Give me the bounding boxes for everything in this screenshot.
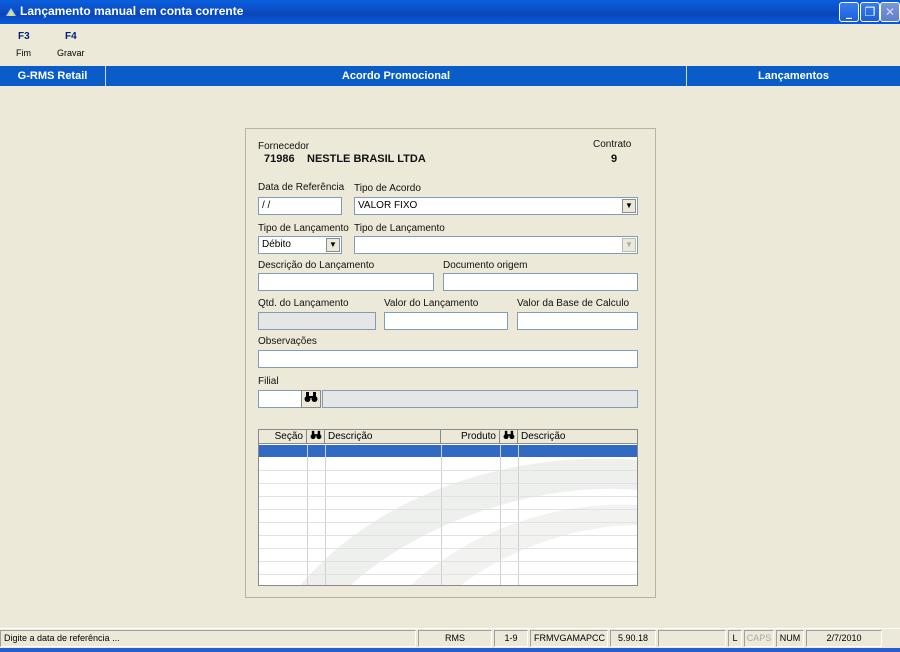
binoculars-icon[interactable] [301, 390, 321, 408]
tipo-lancamento-value: Débito [262, 239, 291, 250]
fornecedor-nome: NESTLE BRASIL LTDA [307, 153, 426, 165]
status-system: RMS [418, 630, 492, 647]
screen-name: Lançamentos [758, 70, 829, 82]
grid-header-descricao-produto[interactable]: Descrição [518, 430, 637, 444]
fim-label: Fim [16, 48, 31, 58]
status-empty [658, 630, 726, 647]
grid-header-produto[interactable]: Produto [441, 430, 500, 444]
grid-header-secao[interactable]: Seção [259, 430, 307, 444]
status-num: NUM [776, 630, 804, 647]
window-title: Lançamento manual em conta corrente [20, 4, 244, 18]
data-referencia-label: Data de Referência [258, 182, 345, 193]
chevron-down-icon[interactable]: ▼ [326, 238, 340, 252]
close-button[interactable]: ✕ [880, 2, 900, 22]
qtd-label: Qtd. do Lançamento [258, 298, 349, 309]
chevron-down-icon[interactable]: ▼ [622, 199, 636, 213]
restore-button[interactable]: ❐ [860, 2, 880, 22]
chevron-down-icon[interactable]: ▼ [622, 238, 636, 252]
status-bar: Digite a data de referência ... RMS 1-9 … [0, 628, 900, 648]
taskbar-strip [0, 648, 900, 652]
documento-input[interactable] [443, 273, 638, 291]
fornecedor-label: Fornecedor [258, 141, 310, 152]
tipo-acordo-label: Tipo de Acordo [354, 183, 421, 194]
grid-selected-row[interactable] [259, 445, 637, 457]
tipo-lancamento2-label: Tipo de Lançamento [354, 223, 445, 234]
status-message: Digite a data de referência ... [0, 630, 416, 647]
valor-input[interactable] [384, 312, 508, 330]
descricao-label: Descrição do Lançamento [258, 260, 375, 271]
base-input[interactable] [517, 312, 638, 330]
items-grid[interactable]: Seção Descrição Produto Descrição [258, 429, 638, 586]
qtd-input[interactable] [258, 312, 376, 330]
status-version: 5.90.18 [610, 630, 656, 647]
observacoes-input[interactable] [258, 350, 638, 368]
binoculars-icon[interactable] [307, 430, 325, 444]
descricao-input[interactable] [258, 273, 434, 291]
fim-button[interactable]: F3 Fim [10, 28, 50, 62]
filial-input[interactable] [258, 390, 302, 408]
tipo-acordo-select[interactable]: VALOR FIXO ▼ [354, 197, 638, 215]
module-name: Acordo Promocional [341, 70, 451, 82]
gravar-button[interactable]: F4 Gravar [54, 28, 98, 62]
status-l: L [728, 630, 742, 647]
status-range: 1-9 [494, 630, 528, 647]
valor-label: Valor do Lançamento [384, 298, 479, 309]
filial-descricao [322, 390, 638, 408]
gravar-key: F4 [65, 31, 77, 42]
documento-label: Documento origem [443, 260, 528, 271]
contrato-valor: 9 [611, 153, 618, 165]
fornecedor-codigo: 71986 [264, 153, 295, 165]
tipo-lancamento-label: Tipo de Lançamento [258, 223, 349, 234]
observacoes-label: Observações [258, 336, 317, 347]
status-form-name: FRMVGAMAPCC [530, 630, 608, 647]
title-bar: Lançamento manual em conta corrente _ ❐ … [0, 0, 900, 24]
status-date: 2/7/2010 [806, 630, 882, 647]
binoculars-icon [304, 392, 318, 402]
module-header-bar: G-RMS Retail Acordo Promocional Lançamen… [0, 66, 900, 86]
status-caps: CAPS [744, 630, 774, 647]
app-icon [6, 8, 16, 16]
base-label: Valor da Base de Calculo [517, 298, 630, 309]
tipo-lancamento-select[interactable]: Débito ▼ [258, 236, 342, 254]
data-referencia-input[interactable]: / / [258, 197, 342, 215]
grid-header-descricao-secao[interactable]: Descrição [325, 430, 441, 444]
tipo-lancamento2-select[interactable]: ▼ [354, 236, 638, 254]
minimize-button[interactable]: _ [839, 2, 859, 22]
system-name: G-RMS Retail [17, 70, 88, 82]
contrato-label: Contrato [593, 139, 632, 150]
binoculars-icon[interactable] [500, 430, 518, 444]
tipo-acordo-value: VALOR FIXO [358, 200, 418, 211]
filial-label: Filial [258, 376, 279, 387]
gravar-label: Gravar [57, 48, 85, 58]
fim-key: F3 [18, 31, 30, 42]
